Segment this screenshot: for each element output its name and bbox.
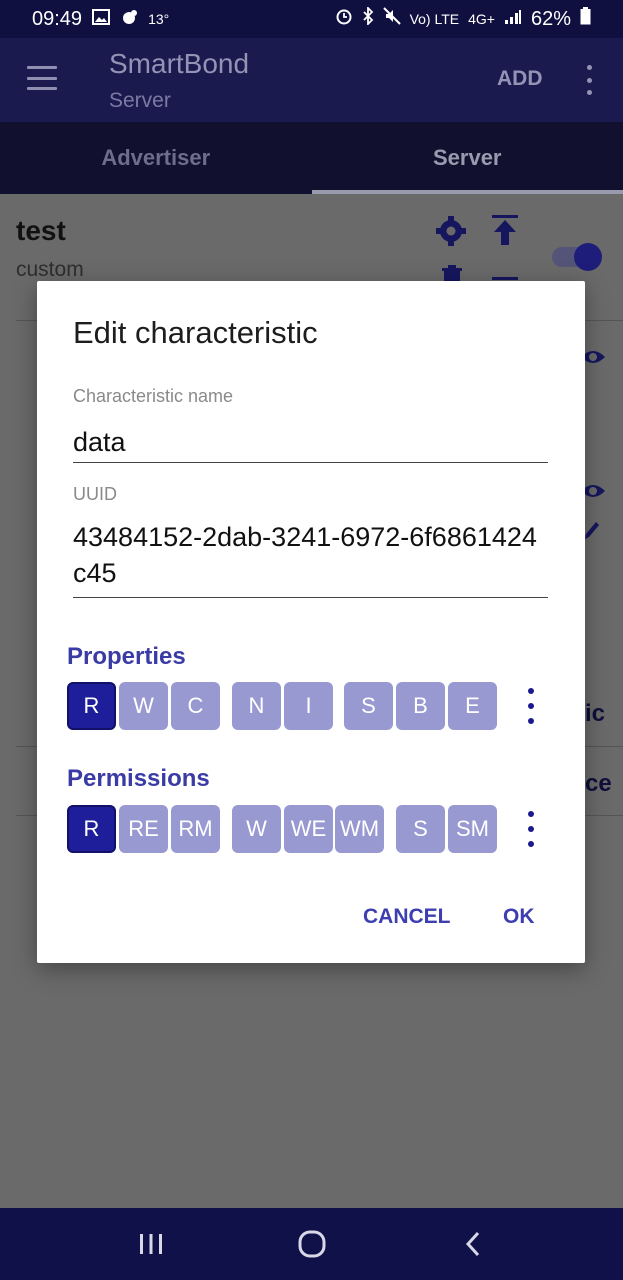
ok-button[interactable]: OK [503,905,535,929]
permission-chip-write-mitm[interactable]: WM [335,805,384,853]
permission-chip-signed-mitm[interactable]: SM [448,805,497,853]
edit-pencil-icon[interactable] [584,520,600,545]
gallery-icon [92,8,111,31]
status-temperature: 13° [148,11,170,27]
status-battery-percent: 62% [530,7,571,30]
uuid-label: UUID [73,484,117,504]
settings-gear-icon[interactable] [435,215,467,252]
properties-title: Properties [67,643,186,670]
alarm-icon [335,7,353,31]
permission-chip-read-encrypted[interactable]: RE [119,805,168,853]
app-title: SmartBond [109,48,250,79]
property-chip-broadcast[interactable]: B [396,682,445,730]
add-button[interactable]: ADD [497,67,543,91]
permissions-title: Permissions [67,765,210,792]
status-volte: Vo) LTE [409,11,460,27]
weather-icon [120,8,138,31]
permission-chip-signed[interactable]: S [396,805,445,853]
status-4g: 4G+ [468,11,495,27]
service-toggle-knob[interactable] [574,243,602,271]
status-time: 09:49 [32,7,83,30]
property-chip-notify[interactable]: N [232,682,281,730]
property-chip-read[interactable]: R [67,682,116,730]
tab-advertiser[interactable]: Advertiser [0,122,312,194]
back-icon[interactable] [448,1219,498,1269]
app-subtitle: Server [109,89,171,112]
tab-bar: Advertiser Server [0,122,623,194]
dialog-title: Edit characteristic [73,315,318,350]
background-partial-text: ic [585,700,606,727]
mute-icon [382,7,401,31]
property-chip-signed[interactable]: S [344,682,393,730]
characteristic-name-input[interactable] [73,422,548,463]
tab-server[interactable]: Server [311,122,623,194]
background-partial-text: ce [585,770,612,797]
upload-icon[interactable] [491,214,519,251]
property-chip-indicate[interactable]: I [284,682,333,730]
hamburger-menu-icon[interactable] [27,66,57,90]
permission-chip-write-encrypted[interactable]: WE [284,805,333,853]
edit-characteristic-dialog: Edit characteristic Characteristic name … [37,281,585,963]
app-bar: SmartBond Server ADD [0,38,623,122]
property-chip-extended[interactable]: E [448,682,497,730]
home-icon[interactable] [287,1219,337,1269]
permissions-chip-row: R RE RM W WE WM S SM [67,805,547,853]
service-name[interactable]: test [16,215,66,247]
system-nav-bar [0,1208,623,1280]
permission-chip-read-mitm[interactable]: RM [171,805,220,853]
properties-chip-row: R W C N I S B E [67,682,547,730]
property-chip-write[interactable]: W [119,682,168,730]
bluetooth-icon [362,5,374,31]
permissions-more-icon[interactable] [524,811,538,847]
cancel-button[interactable]: CANCEL [363,905,451,929]
service-type: custom [16,258,84,281]
status-bar: 09:49 13° Vo) LTE 4G+ 62% [0,0,623,38]
recent-apps-icon[interactable] [126,1219,176,1269]
properties-more-icon[interactable] [524,688,538,724]
characteristic-name-label: Characteristic name [73,386,234,406]
uuid-input[interactable]: 43484152-2dab-3241-6972-6f6861424c45 [73,519,548,598]
signal-icon [504,8,522,31]
battery-icon [580,7,591,31]
permission-chip-read[interactable]: R [67,805,116,853]
overflow-menu-icon[interactable] [583,65,595,95]
property-chip-command[interactable]: C [171,682,220,730]
permission-chip-write[interactable]: W [232,805,281,853]
